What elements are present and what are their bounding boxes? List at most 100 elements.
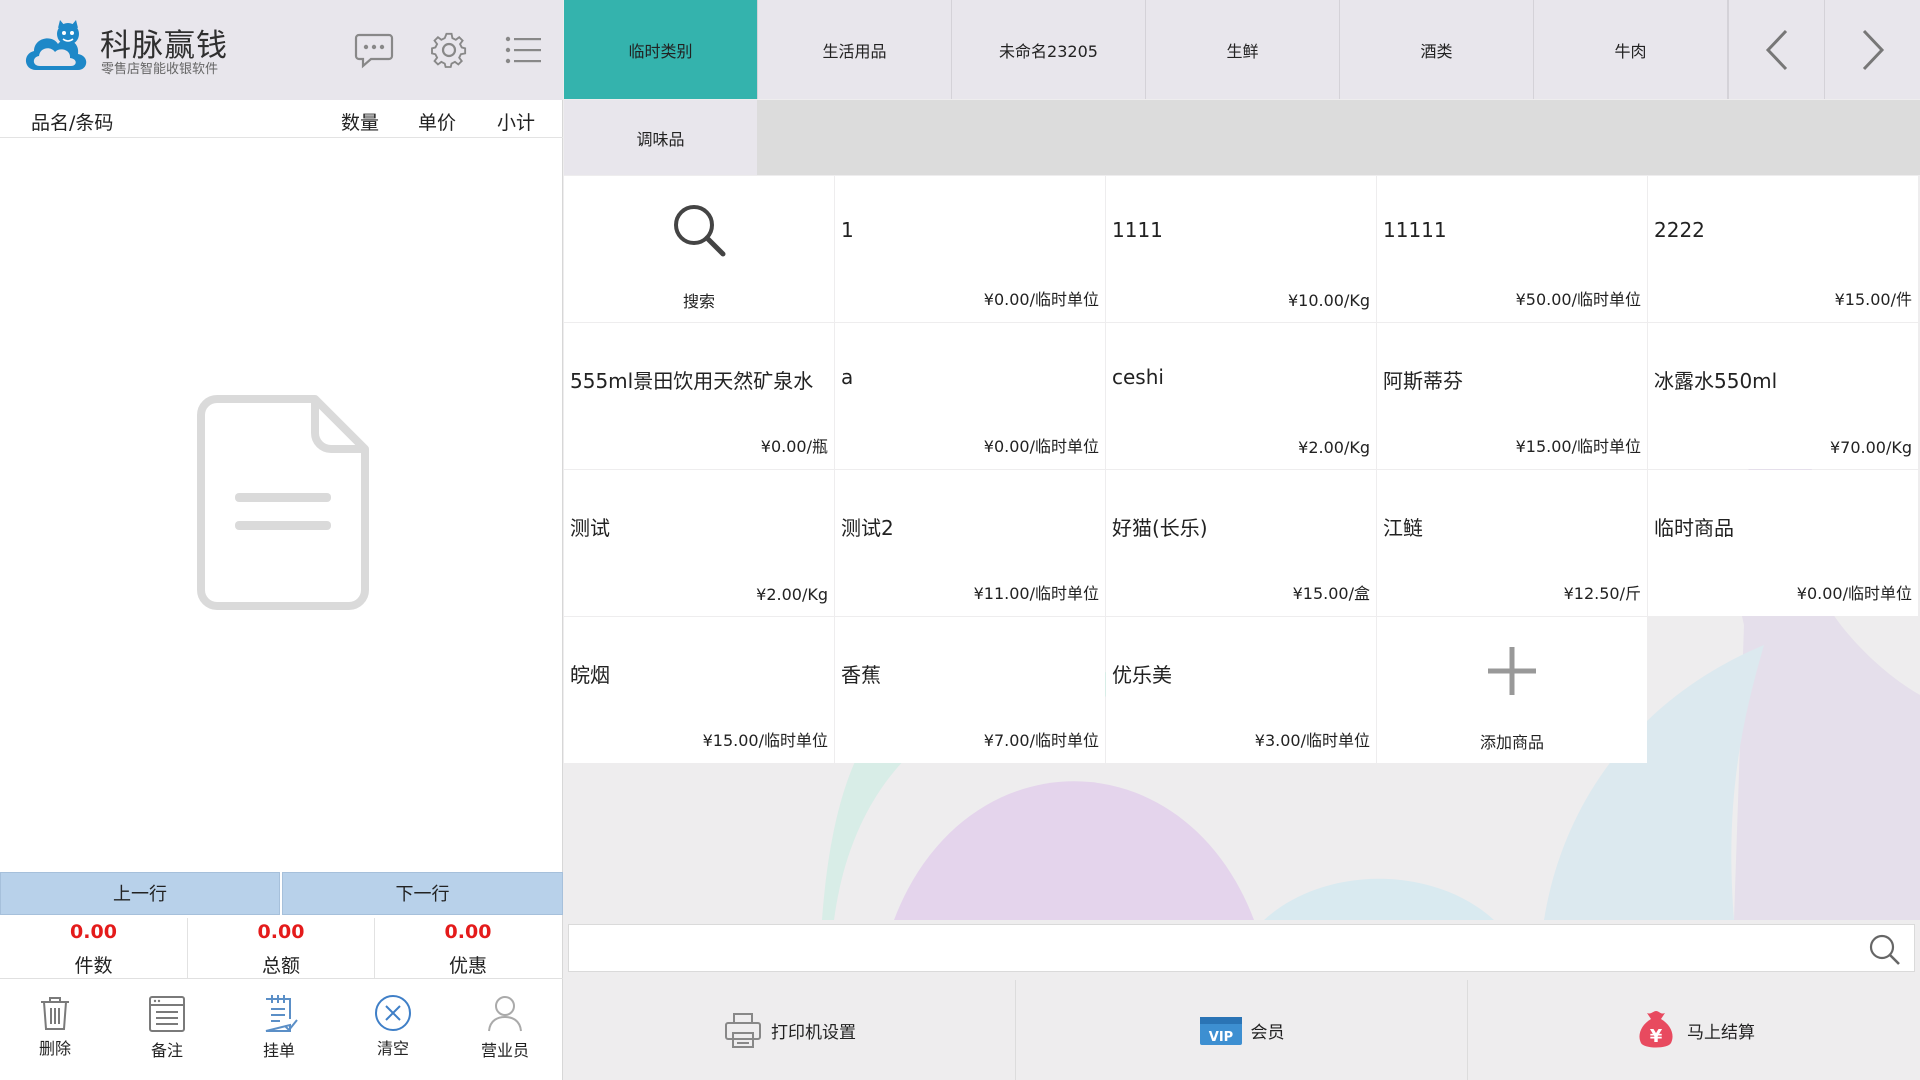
product-price: ¥15.00/盒 bbox=[1292, 584, 1370, 603]
category-tab-seasoning[interactable]: 调味品 bbox=[564, 100, 757, 175]
product-price: ¥3.00/临时单位 bbox=[1254, 731, 1370, 750]
list-menu-icon[interactable] bbox=[503, 30, 545, 70]
next-row-button[interactable]: 下一行 bbox=[282, 872, 563, 915]
checkout-button[interactable]: ¥ 马上结算 bbox=[1468, 980, 1920, 1080]
category-next-button[interactable] bbox=[1824, 0, 1920, 99]
product-name: 1111 bbox=[1112, 218, 1163, 242]
category-row-2 bbox=[564, 100, 1920, 175]
product-name: 测试 bbox=[570, 516, 610, 540]
search-icon[interactable] bbox=[1868, 933, 1902, 967]
cart-panel: 科脉赢钱 零售店智能收银软件 品名/条码 数量 单价 小计 上一行 下一行 0.… bbox=[0, 0, 563, 1080]
brand-subtitle: 零售店智能收银软件 bbox=[101, 62, 219, 77]
category-prev-button[interactable] bbox=[1728, 0, 1824, 99]
gear-icon[interactable] bbox=[428, 30, 470, 70]
product-tile[interactable]: 测试2 ¥11.00/临时单位 bbox=[835, 470, 1105, 616]
previous-row-button[interactable]: 上一行 bbox=[0, 872, 280, 915]
vip-badge-text: VIP bbox=[1208, 1030, 1232, 1045]
money-bag-icon: ¥ bbox=[1639, 1011, 1673, 1048]
product-price: ¥50.00/临时单位 bbox=[1515, 290, 1641, 309]
product-tile[interactable]: 优乐美 ¥3.00/临时单位 bbox=[1106, 617, 1376, 763]
product-tile[interactable]: 1 ¥0.00/临时单位 bbox=[835, 176, 1105, 322]
product-name: 555ml景田饮用天然矿泉水 bbox=[570, 369, 814, 393]
product-price: ¥7.00/临时单位 bbox=[983, 731, 1099, 750]
product-price: ¥10.00/Kg bbox=[1287, 291, 1370, 310]
category-tab-4[interactable]: 酒类 bbox=[1340, 0, 1534, 99]
note-label: 备注 bbox=[150, 1041, 183, 1060]
product-name: 阿斯蒂芬 bbox=[1383, 369, 1463, 393]
product-price: ¥2.00/Kg bbox=[1298, 438, 1370, 457]
product-name: a bbox=[841, 365, 854, 389]
stat-total-amount: 0.00 总额 bbox=[187, 918, 374, 978]
stat-discount: 0.00 优惠 bbox=[374, 918, 561, 978]
product-tile[interactable]: 好猫(长乐) ¥15.00/盒 bbox=[1106, 470, 1376, 616]
product-tile[interactable]: 香蕉 ¥7.00/临时单位 bbox=[835, 617, 1105, 763]
message-icon[interactable] bbox=[353, 30, 395, 70]
note-icon bbox=[149, 996, 185, 1032]
product-name: 冰露水550ml bbox=[1654, 369, 1778, 393]
hold-order-button[interactable]: 挂单 bbox=[234, 993, 324, 1061]
product-name: 2222 bbox=[1654, 218, 1705, 242]
product-tile[interactable]: 江鲢 ¥12.50/斤 bbox=[1377, 470, 1647, 616]
product-tile[interactable]: 阿斯蒂芬 ¥15.00/临时单位 bbox=[1377, 323, 1647, 469]
product-price: ¥15.00/临时单位 bbox=[702, 731, 828, 750]
product-name: ceshi bbox=[1112, 365, 1164, 389]
product-tile[interactable]: 冰露水550ml ¥70.00/Kg bbox=[1648, 323, 1918, 469]
column-quantity: 数量 bbox=[341, 112, 380, 134]
product-tile[interactable]: 1111 ¥10.00/Kg bbox=[1106, 176, 1376, 322]
cart-column-header: 品名/条码 数量 单价 小计 bbox=[0, 100, 563, 138]
product-tile[interactable]: 临时商品 ¥0.00/临时单位 bbox=[1648, 470, 1918, 616]
checkout-label: 马上结算 bbox=[1687, 1022, 1755, 1043]
clear-label: 清空 bbox=[376, 1039, 409, 1058]
member-label: 会员 bbox=[1250, 1022, 1285, 1043]
add-product-label: 添加商品 bbox=[1479, 733, 1544, 752]
product-price: ¥15.00/临时单位 bbox=[1515, 437, 1641, 456]
printer-settings-button[interactable]: 打印机设置 bbox=[564, 980, 1016, 1080]
product-price: ¥0.00/临时单位 bbox=[1796, 584, 1912, 603]
clear-button[interactable]: 清空 bbox=[348, 993, 438, 1059]
product-name: 江鲢 bbox=[1383, 516, 1423, 540]
product-name: 优乐美 bbox=[1112, 663, 1172, 687]
hold-order-label: 挂单 bbox=[262, 1041, 295, 1060]
product-tile[interactable]: 2222 ¥15.00/件 bbox=[1648, 176, 1918, 322]
total-amount-label: 总额 bbox=[261, 955, 300, 977]
category-tab-3[interactable]: 生鲜 bbox=[1146, 0, 1340, 99]
delete-button[interactable]: 删除 bbox=[10, 993, 100, 1059]
search-tile[interactable]: 搜索 bbox=[564, 176, 834, 322]
note-button[interactable]: 备注 bbox=[122, 993, 212, 1061]
product-tile[interactable]: a ¥0.00/临时单位 bbox=[835, 323, 1105, 469]
add-product-tile[interactable]: 添加商品 bbox=[1377, 617, 1647, 763]
product-tile[interactable]: 11111 ¥50.00/临时单位 bbox=[1377, 176, 1647, 322]
product-name: 1 bbox=[841, 218, 854, 242]
product-name: 皖烟 bbox=[570, 663, 610, 687]
product-search-input[interactable] bbox=[579, 931, 1839, 965]
category-tab-5[interactable]: 牛肉 bbox=[1534, 0, 1728, 99]
product-name: 香蕉 bbox=[841, 663, 881, 687]
product-name: 临时商品 bbox=[1654, 516, 1734, 540]
category-tab-1[interactable]: 生活用品 bbox=[758, 0, 952, 99]
svg-text:¥: ¥ bbox=[1650, 1026, 1663, 1047]
salesperson-label: 营业员 bbox=[480, 1041, 529, 1060]
delete-label: 删除 bbox=[38, 1039, 71, 1058]
product-tile[interactable]: 555ml景田饮用天然矿泉水 ¥0.00/瓶 bbox=[564, 323, 834, 469]
product-price: ¥0.00/瓶 bbox=[760, 437, 828, 456]
product-price: ¥0.00/临时单位 bbox=[983, 290, 1099, 309]
product-tile[interactable]: 测试 ¥2.00/Kg bbox=[564, 470, 834, 616]
category-tab-0[interactable]: 临时类别 bbox=[564, 0, 758, 99]
discount-value: 0.00 bbox=[444, 921, 492, 943]
salesperson-button[interactable]: 营业员 bbox=[460, 993, 550, 1061]
trash-icon bbox=[41, 997, 69, 1030]
plus-icon bbox=[1488, 647, 1536, 695]
product-price: ¥70.00/Kg bbox=[1829, 438, 1912, 457]
item-count-value: 0.00 bbox=[70, 921, 117, 943]
member-button[interactable]: VIP 会员 bbox=[1016, 980, 1468, 1080]
product-search-bar bbox=[568, 924, 1915, 972]
chevron-left-icon bbox=[1765, 29, 1787, 70]
item-count-label: 件数 bbox=[74, 955, 113, 977]
product-price: ¥15.00/件 bbox=[1834, 290, 1912, 309]
product-name: 测试2 bbox=[841, 516, 894, 540]
brand-bar: 科脉赢钱 零售店智能收银软件 bbox=[0, 0, 563, 100]
category-tab-2[interactable]: 未命名23205 bbox=[952, 0, 1146, 99]
product-tile[interactable]: 皖烟 ¥15.00/临时单位 bbox=[564, 617, 834, 763]
product-tile[interactable]: ceshi ¥2.00/Kg bbox=[1106, 323, 1376, 469]
search-tile-label: 搜索 bbox=[682, 292, 715, 311]
